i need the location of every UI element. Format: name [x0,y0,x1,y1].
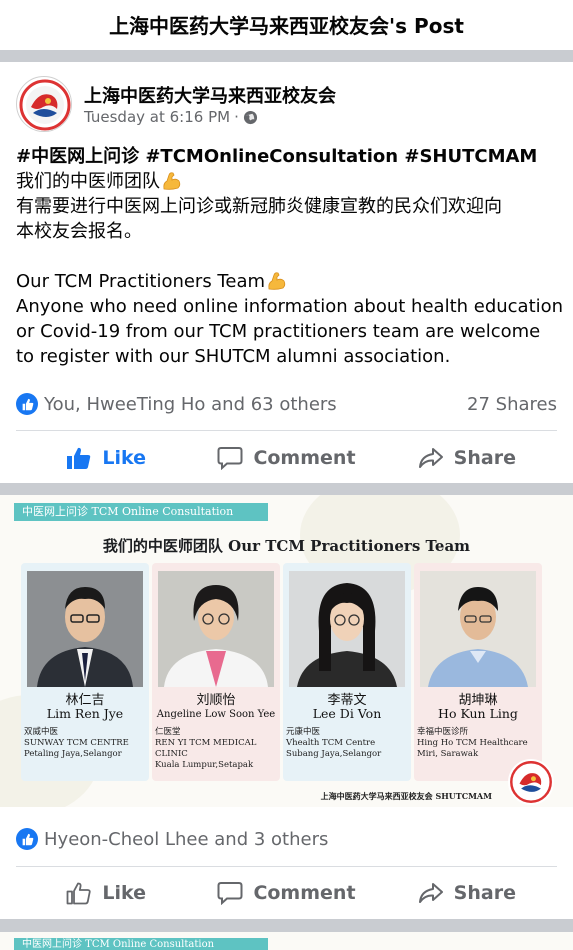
image-footer: 上海中医药大学马来西亚校友会 SHUTCMAM [320,791,492,801]
post-action-bar: Like Comment Share [16,436,557,480]
post-text-line: 本校友会报名。 [16,221,142,242]
meta-separator: · [234,108,239,126]
practitioner-name-en: Angeline Low Soon Yee [156,709,276,720]
reactions-summary[interactable]: Hyeon-Cheol Lhee and 3 others [44,829,328,850]
practitioner-clinic: 双威中医 SUNWAY TCM CENTRE Petaling Jaya,Sel… [24,727,129,759]
thumbs-up-icon [66,882,91,905]
post-body: #中医网上问诊 #TCMOnlineConsultation #SHUTCMAM… [16,144,564,369]
share-button-label: Share [453,882,516,904]
share-button-label: Share [453,447,516,469]
like-button[interactable]: Like [16,446,196,470]
like-button[interactable]: Like [16,881,196,905]
practitioner-card: 胡坤琳 Ho Kun Ling 幸福中医诊所 Hing Ho TCM Healt… [414,563,542,781]
flexed-biceps-icon [160,169,182,191]
shares-count[interactable]: 27 Shares [467,394,557,415]
share-button[interactable]: Share [377,446,557,470]
consultation-banner: 中医网上问诊 TCM Online Consultation [14,503,268,521]
practitioner-photo [420,571,536,687]
practitioner-name-en: Lim Ren Jye [46,706,124,721]
post-text-line: 我们的中医师团队 [16,169,561,194]
section-divider [0,919,573,932]
section-divider [0,483,573,495]
post-timestamp[interactable]: Tuesday at 6:16 PM [84,108,230,126]
post-meta: Tuesday at 6:16 PM · [84,108,258,126]
alumni-logo-icon [18,78,71,131]
action-divider [16,430,557,431]
practitioner-card: 刘顺怡 Angeline Low Soon Yee 仁医堂 REN YI TCM… [152,563,280,781]
comment-button[interactable]: Comment [196,881,376,905]
practitioner-photo [289,571,405,687]
comment-button[interactable]: Comment [196,446,376,470]
photo-action-bar: Like Comment Share [16,871,557,915]
post-hashtags[interactable]: #中医网上问诊 #TCMOnlineConsultation #SHUTCMAM [16,144,561,169]
practitioner-name-en: Lee Di Von [312,706,382,721]
page-name-link[interactable]: 上海中医药大学马来西亚校友会 [84,82,336,108]
page-avatar[interactable] [16,76,72,132]
comment-button-label: Comment [253,447,356,469]
consultation-banner: 中医网上问诊 TCM Online Consultation [14,938,268,950]
practitioner-card: 林仁吉 Lim Ren Jye 双威中医 SUNWAY TCM CENTRE P… [21,563,149,781]
comment-icon [217,882,243,905]
image-title: 我们的中医师团队 Our TCM Practitioners Team [102,537,471,555]
comment-icon [217,447,243,470]
section-divider [0,50,573,62]
post-header: 上海中医药大学马来西亚校友会 Tuesday at 6:16 PM · [16,76,557,136]
share-icon [418,883,443,903]
post-text-line: or Covid-19 from our TCM practitioners t… [16,321,541,342]
practitioner-name-en: Ho Kun Ling [438,706,518,721]
post-text-line: Our TCM Practitioners Team [16,269,561,294]
photo-reactions-row: Hyeon-Cheol Lhee and 3 others [16,826,557,852]
like-button-label: Like [102,447,146,469]
practitioners-image[interactable]: 中医网上问诊 TCM Online Consultation 我们的中医师团队 … [0,495,573,807]
post-reactions-row: You, HweeTing Ho and 63 others 27 Shares [16,391,557,417]
practitioner-clinic: 元康中医 Vhealth TCM Centre Subang Jaya,Sela… [286,727,382,759]
practitioner-photo [158,571,274,687]
post-page-title: 上海中医药大学马来西亚校友会's Post [0,0,573,48]
practitioner-clinic: 仁医堂 REN YI TCM MEDICAL CLINIC Kuala Lump… [155,727,257,770]
action-divider [16,866,557,867]
practitioner-photo [27,571,143,687]
share-button[interactable]: Share [377,881,557,905]
globe-icon [243,110,258,125]
post-text-line: 有需要进行中医网上问诊或新冠肺炎健康宣教的民众们欢迎向 [16,196,502,217]
reactions-summary[interactable]: You, HweeTing Ho and 63 others [44,394,337,415]
alumni-logo-icon [508,759,554,805]
practitioner-card: 李蒂文 Lee Di Von 元康中医 Vhealth TCM Centre S… [283,563,411,781]
post-text-line: Anyone who need online information about… [16,296,564,317]
practitioner-name-cn: 刘顺怡 [196,693,236,708]
practitioner-clinic: 幸福中医诊所 Hing Ho TCM Healthcare Miri, Sara… [417,727,528,759]
share-icon [418,448,443,468]
like-reaction-icon [16,393,38,415]
post-text-line: to register with our SHUTCM alumni assoc… [16,346,451,367]
like-button-label: Like [102,882,146,904]
next-photo-preview[interactable]: 中医网上问诊 TCM Online Consultation [0,932,573,950]
comment-button-label: Comment [253,882,356,904]
like-reaction-icon [16,828,38,850]
thumbs-up-icon [67,447,91,469]
flexed-biceps-icon [265,269,287,291]
